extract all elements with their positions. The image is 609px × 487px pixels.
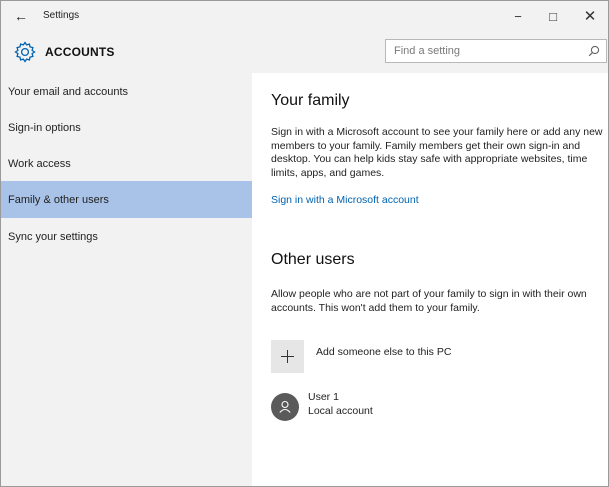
title-bar: ← Settings − □ ✕ <box>1 1 608 31</box>
user-list-item[interactable]: User 1 Local account <box>271 389 551 423</box>
sidebar-item-label: Sync your settings <box>8 230 98 243</box>
sidebar-item-work-access[interactable]: Work access <box>1 145 252 182</box>
page-title: ACCOUNTS <box>45 45 115 59</box>
family-description: Sign in with a Microsoft account to see … <box>271 126 603 179</box>
sidebar-item-sign-in-options[interactable]: Sign-in options <box>1 109 252 146</box>
search-box[interactable] <box>385 39 607 63</box>
plus-icon <box>281 350 294 363</box>
minimize-icon: − <box>514 8 522 24</box>
search-icon[interactable] <box>588 45 600 57</box>
sign-in-microsoft-link[interactable]: Sign in with a Microsoft account <box>271 194 419 206</box>
add-someone-label: Add someone else to this PC <box>316 346 452 358</box>
add-someone-button[interactable]: Add someone else to this PC <box>271 340 551 373</box>
sidebar-item-label: Family & other users <box>8 193 109 206</box>
person-icon <box>279 400 291 413</box>
close-icon: ✕ <box>583 8 597 25</box>
close-button[interactable]: ✕ <box>573 1 607 31</box>
user-name: User 1 <box>308 391 339 403</box>
page-header: ACCOUNTS <box>1 31 608 73</box>
back-button[interactable]: ← <box>3 1 39 31</box>
settings-window: ← Settings − □ ✕ ACCOUNTS Find a setting… <box>0 0 609 487</box>
plus-tile <box>271 340 304 373</box>
search-input[interactable] <box>386 40 576 62</box>
main-content: Your family Sign in with a Microsoft acc… <box>252 73 608 486</box>
family-heading: Your family <box>271 92 350 109</box>
window-title: Settings <box>43 10 80 21</box>
maximize-icon: □ <box>549 8 557 24</box>
avatar <box>271 393 299 421</box>
sidebar-item-label: Your email and accounts <box>8 85 129 98</box>
sidebar: Your email and accounts Sign-in options … <box>1 73 252 486</box>
gear-icon <box>14 41 36 63</box>
sidebar-item-sync-settings[interactable]: Sync your settings <box>1 218 252 255</box>
sidebar-item-family-other-users[interactable]: Family & other users <box>1 181 252 218</box>
other-users-heading: Other users <box>271 251 355 268</box>
user-account-type: Local account <box>308 405 373 417</box>
sidebar-item-email-accounts[interactable]: Your email and accounts <box>1 73 252 110</box>
maximize-button[interactable]: □ <box>536 1 570 31</box>
sidebar-item-label: Work access <box>8 157 71 170</box>
sidebar-item-label: Sign-in options <box>8 121 81 134</box>
minimize-button[interactable]: − <box>501 1 535 31</box>
other-users-description: Allow people who are not part of your fa… <box>271 288 587 314</box>
back-arrow-icon: ← <box>14 8 28 24</box>
